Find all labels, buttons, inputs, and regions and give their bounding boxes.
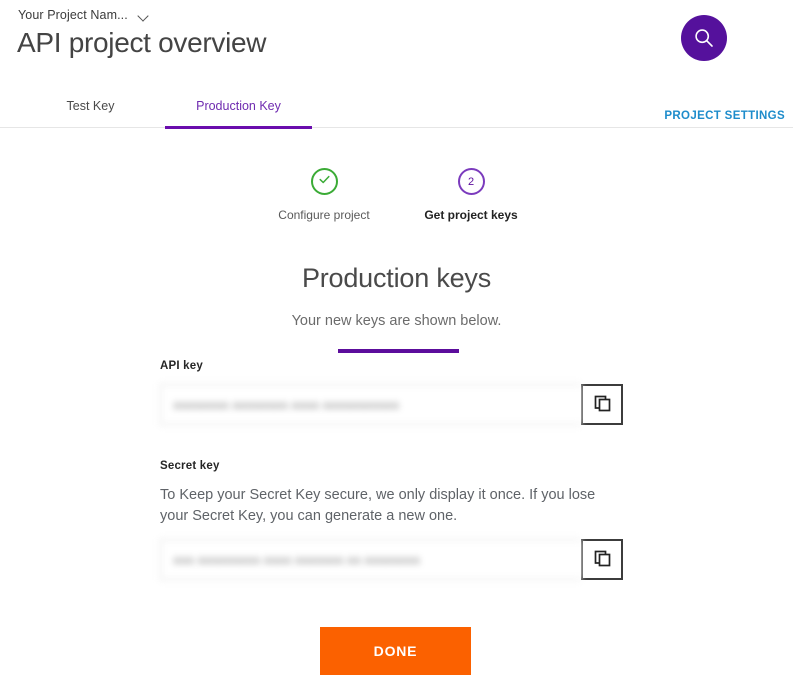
secret-key-label: Secret key <box>160 460 220 472</box>
tab-test-key[interactable]: Test Key <box>18 99 163 128</box>
step-2-marker: 2 <box>457 168 485 195</box>
api-project-overview-page: Your Project Nam... API project overview… <box>0 0 793 693</box>
project-settings-link[interactable]: PROJECT SETTINGS <box>664 110 785 122</box>
copy-icon <box>593 394 612 416</box>
project-name-label: Your Project Nam... <box>18 8 128 22</box>
secret-key-section: Secret key To Keep your Secret Key secur… <box>160 460 623 580</box>
secret-key-description: To Keep your Secret Key secure, we only … <box>160 487 596 524</box>
copy-icon <box>593 549 612 571</box>
api-key-section: API key <box>160 360 623 425</box>
step-get-project-keys[interactable]: 2 Get project keys <box>391 168 551 222</box>
tab-production-key[interactable]: Production Key <box>165 99 312 129</box>
project-selector[interactable]: Your Project Nam... <box>18 8 150 22</box>
api-key-row <box>160 384 623 425</box>
content-title: Production keys <box>301 263 492 293</box>
secret-key-row <box>160 539 623 580</box>
step-configure-project[interactable]: Configure project <box>244 168 404 222</box>
api-key-label: API key <box>160 360 203 372</box>
content-subtitle: Your new keys are shown below. <box>291 313 502 329</box>
chevron-down-icon <box>138 12 150 19</box>
check-icon <box>317 172 332 192</box>
search-icon <box>693 27 715 49</box>
secret-key-input[interactable] <box>160 539 581 580</box>
step-1-label: Configure project <box>278 208 370 222</box>
api-key-input[interactable] <box>160 384 581 425</box>
done-button[interactable]: DONE <box>320 627 471 675</box>
page-title: API project overview <box>17 27 267 58</box>
search-button[interactable] <box>681 15 727 61</box>
progress-stepper: Configure project 2 Get project keys <box>0 168 793 353</box>
stepper-connector <box>338 349 459 353</box>
step-2-label: Get project keys <box>424 208 518 222</box>
step-1-marker <box>310 168 338 195</box>
api-key-copy-button[interactable] <box>581 384 623 425</box>
secret-key-copy-button[interactable] <box>581 539 623 580</box>
step-2-number: 2 <box>467 175 475 188</box>
